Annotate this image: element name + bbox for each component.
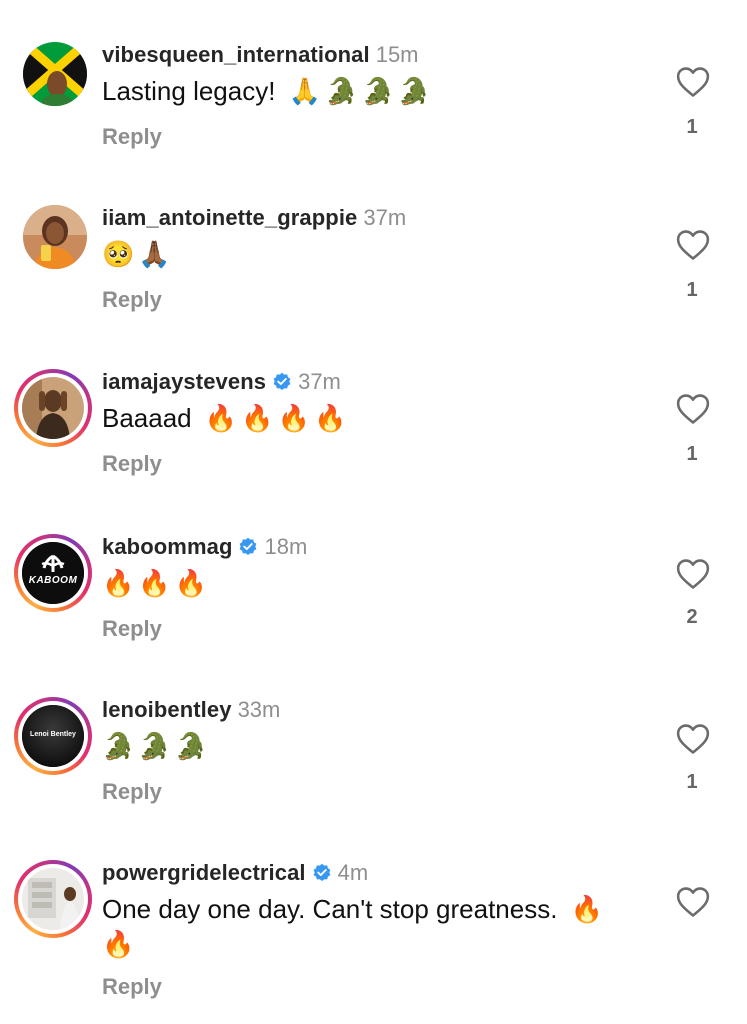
heart-icon[interactable] (676, 886, 712, 920)
heart-icon[interactable] (676, 393, 712, 427)
username[interactable]: vibesqueen_international (102, 42, 370, 67)
comment-text: One day one day. Can't stop greatness. 🔥… (102, 892, 642, 962)
comment-header: vibesqueen_international 15m (102, 42, 419, 68)
story-ring: Lenoi Bentley (18, 701, 88, 771)
crocodile-emoji: 🐊 (325, 77, 358, 107)
reply-button[interactable]: Reply (102, 974, 162, 1000)
like-count: 1 (686, 279, 698, 301)
fire-emoji: 🔥 (241, 404, 274, 434)
heart-icon[interactable] (676, 229, 712, 263)
comment-time: 4m (337, 860, 369, 885)
comment-time: 18m (264, 534, 308, 559)
like-count: 2 (686, 606, 698, 628)
heart-icon[interactable] (676, 558, 712, 592)
avatar[interactable] (23, 42, 87, 106)
heart-icon[interactable] (676, 723, 712, 757)
comment-body: One day one day. Can't stop greatness. (102, 894, 558, 924)
woman-selfie-avatar (23, 205, 87, 269)
comment-text: Baaaad 🔥 🔥 🔥 🔥 (102, 401, 642, 436)
comment-text: 🔥 🔥 🔥 (102, 566, 642, 601)
comment-text: Lasting legacy! 🙏 🐊 🐊 🐊 (102, 74, 642, 109)
verified-badge-icon (313, 863, 331, 881)
crocodile-emoji: 🐊 (397, 77, 431, 107)
comment-header: iiam_antoinette_grappie 37m (102, 205, 406, 231)
comment-body: Baaaad (102, 403, 192, 433)
fire-emoji: 🔥 (102, 930, 135, 960)
fire-emoji: 🔥 (102, 569, 135, 599)
crocodile-emoji: 🐊 (361, 77, 394, 107)
username[interactable]: iiam_antoinette_grappie (102, 205, 357, 230)
avatar[interactable] (14, 369, 92, 447)
fire-emoji: 🔥 (174, 569, 208, 599)
avatar[interactable]: Lenoi Bentley (14, 697, 92, 775)
crocodile-emoji: 🐊 (102, 732, 135, 762)
username[interactable]: iamajaystevens (102, 369, 266, 394)
verified-badge-icon (240, 537, 257, 555)
story-ring (18, 373, 88, 443)
lenoi-bentley-text: Lenoi Bentley (30, 731, 76, 738)
verified-badge-icon (273, 372, 291, 390)
story-ring: KABOOM (18, 538, 88, 608)
fire-emoji: 🔥 (277, 404, 311, 434)
fire-emoji: 🔥 (204, 404, 238, 434)
username[interactable]: powergridelectrical (102, 860, 306, 885)
comment-time: 37m (298, 369, 341, 394)
comment-time: 37m (363, 205, 407, 230)
jamaica-flag-avatar (23, 42, 87, 106)
electrician-avatar (22, 868, 84, 930)
like-count: 1 (686, 443, 698, 465)
comment-time: 15m (375, 42, 419, 67)
comment-time: 33m (237, 697, 281, 722)
like-count: 1 (686, 116, 698, 138)
pray-emoji: 🙏🏾 (138, 240, 171, 270)
pleading-face-emoji: 🥺 (102, 240, 135, 270)
reply-button[interactable]: Reply (102, 287, 162, 313)
comment-header: powergridelectrical 4m (102, 860, 368, 886)
crocodile-emoji: 🐊 (174, 732, 208, 762)
avatar[interactable]: KABOOM (14, 534, 92, 612)
fire-emoji: 🔥 (570, 895, 604, 925)
kaboom-logo-text: KABOOM (28, 575, 78, 586)
comment-text: 🥺 🙏🏾 (102, 237, 642, 272)
comment-header: lenoibentley 33m (102, 697, 280, 723)
comment-text: 🐊 🐊 🐊 (102, 729, 642, 764)
reply-button[interactable]: Reply (102, 451, 162, 477)
avatar[interactable] (14, 860, 92, 938)
man-portrait-avatar (22, 377, 84, 439)
fire-emoji: 🔥 (314, 404, 347, 434)
pray-emoji: 🙏 (288, 77, 322, 107)
kaboom-logo-avatar: KABOOM (22, 542, 84, 604)
crocodile-emoji: 🐊 (138, 732, 171, 762)
lenoi-bentley-avatar: Lenoi Bentley (22, 705, 84, 767)
reply-button[interactable]: Reply (102, 779, 162, 805)
comment-header: iamajaystevens 37m (102, 369, 341, 395)
fire-emoji: 🔥 (138, 569, 171, 599)
reply-button[interactable]: Reply (102, 616, 162, 642)
avatar[interactable] (23, 205, 87, 269)
username[interactable]: kaboommag (102, 534, 232, 559)
heart-icon[interactable] (676, 66, 712, 100)
story-ring (18, 864, 88, 934)
comment-body: Lasting legacy! (102, 76, 276, 106)
reply-button[interactable]: Reply (102, 124, 162, 150)
username[interactable]: lenoibentley (102, 697, 232, 722)
comment-header: kaboommag 18m (102, 534, 307, 560)
like-count: 1 (686, 771, 698, 793)
